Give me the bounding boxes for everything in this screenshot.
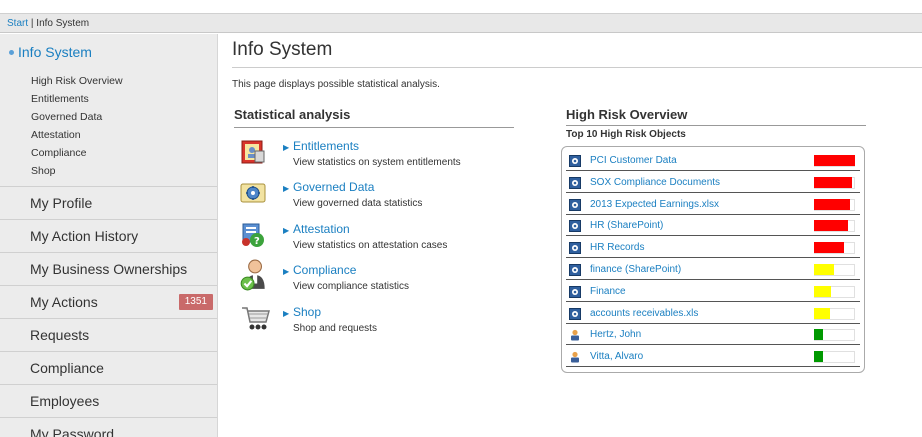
breadcrumb-current: Info System xyxy=(36,18,90,29)
high-risk-objects-list: PCI Customer Data SOX Compliance Document… xyxy=(561,146,865,373)
sidebar-item-label: My Business Ownerships xyxy=(30,261,188,277)
breadcrumb: Start | Info System xyxy=(0,13,922,33)
compliance-icon xyxy=(240,259,265,291)
attestation-description: View statistics on attestation cases xyxy=(293,240,448,251)
shop-cart-icon xyxy=(242,307,270,330)
risk-bar xyxy=(814,351,823,363)
high-risk-row: Vitta, Alvaro xyxy=(566,347,860,368)
svg-text:?: ? xyxy=(254,236,260,247)
sidebar-item-label: Compliance xyxy=(30,360,104,376)
high-risk-row: 2013 Expected Earnings.xlsx xyxy=(566,195,860,215)
compliance-description: View compliance statistics xyxy=(293,281,409,292)
sidebar-item-my-password[interactable]: My Password xyxy=(0,418,217,437)
risk-bar xyxy=(814,264,834,275)
sidebar-item-label: Employees xyxy=(30,393,100,409)
stat-entry-shop: ▶ Shop Shop and requests xyxy=(240,305,500,345)
sidebar-submenu: High Risk Overview Entitlements Governed… xyxy=(0,72,217,180)
sidebar-item-label: My Action History xyxy=(30,228,139,244)
entitlements-icon xyxy=(241,140,265,164)
high-risk-object-link[interactable]: accounts receivables.xls xyxy=(590,308,698,319)
high-risk-row: accounts receivables.xls xyxy=(566,304,860,324)
sidebar-item-requests[interactable]: Requests xyxy=(0,319,217,352)
entitlements-description: View statistics on system entitlements xyxy=(293,157,461,168)
arrow-right-icon: ▶ xyxy=(283,184,290,193)
sidebar-item-employees[interactable]: Employees xyxy=(0,385,217,418)
high-risk-row: SOX Compliance Documents xyxy=(566,173,860,193)
high-risk-row: finance (SharePoint) xyxy=(566,260,860,280)
governed-data-description: View governed data statistics xyxy=(293,198,423,209)
sidebar-subitem-governed-data[interactable]: Governed Data xyxy=(31,108,217,126)
shop-description: Shop and requests xyxy=(293,323,377,334)
high-risk-object-link[interactable]: Finance xyxy=(590,286,626,297)
sidebar-item-label: Info System xyxy=(18,44,92,60)
risk-bar xyxy=(814,155,855,166)
risk-bar xyxy=(814,285,831,297)
stat-entry-compliance: ▶ Compliance View compliance statistics xyxy=(240,259,500,303)
high-risk-object-link[interactable]: 2013 Expected Earnings.xlsx xyxy=(590,199,719,210)
sidebar-section-info-system: Info System High Risk Overview Entitleme… xyxy=(0,34,217,187)
stat-entry-governed-data: ▶ Governed Data View governed data stati… xyxy=(240,180,500,220)
sidebar-item-label: My Password xyxy=(30,426,115,437)
sidebar-subitem-shop[interactable]: Shop xyxy=(31,162,217,180)
stat-entry-entitlements: ▶ Entitlements View statistics on system… xyxy=(240,139,500,179)
sidebar-item-label: Requests xyxy=(30,327,90,343)
high-risk-object-link[interactable]: HR (SharePoint) xyxy=(590,220,663,231)
risk-bar xyxy=(814,220,848,232)
arrow-right-icon: ▶ xyxy=(283,309,290,318)
bullet-icon xyxy=(9,49,14,55)
sidebar-item-label: My Actions xyxy=(30,294,98,310)
breadcrumb-start-link[interactable]: Start xyxy=(7,18,28,29)
sidebar-item-info-system[interactable]: Info System xyxy=(0,34,217,68)
sidebar-subitem-entitlements[interactable]: Entitlements xyxy=(31,90,217,108)
high-risk-object-link[interactable]: PCI Customer Data xyxy=(590,155,677,166)
entitlements-link[interactable]: Entitlements xyxy=(293,139,359,153)
stat-entry-attestation: ? ▶ Attestation View statistics on attes… xyxy=(240,222,500,262)
high-risk-object-link[interactable]: Vitta, Alvaro xyxy=(590,351,643,362)
action-count-badge: 1351 xyxy=(178,294,213,310)
compliance-link[interactable]: Compliance xyxy=(293,263,356,277)
sidebar-subitem-high-risk-overview[interactable]: High Risk Overview xyxy=(31,72,217,90)
arrow-right-icon: ▶ xyxy=(283,226,290,235)
risk-bar xyxy=(814,329,823,341)
high-risk-object-link[interactable]: SOX Compliance Documents xyxy=(590,177,720,188)
governed-data-icon xyxy=(240,183,266,203)
sidebar-subitem-compliance[interactable]: Compliance xyxy=(31,144,217,162)
attestation-icon: ? xyxy=(242,223,264,247)
sidebar-item-my-actions[interactable]: My Actions 1351 xyxy=(0,286,217,319)
high-risk-row: PCI Customer Data xyxy=(566,151,860,171)
high-risk-overview-heading: High Risk Overview xyxy=(566,107,866,126)
sidebar-item-my-action-history[interactable]: My Action History xyxy=(0,220,217,253)
arrow-right-icon: ▶ xyxy=(283,143,290,152)
sidebar-item-compliance[interactable]: Compliance xyxy=(0,352,217,385)
sidebar-item-label: My Profile xyxy=(30,195,93,211)
high-risk-row: HR (SharePoint) xyxy=(566,216,860,237)
high-risk-row: HR Records xyxy=(566,238,860,259)
high-risk-object-link[interactable]: Hertz, John xyxy=(590,329,641,340)
risk-bar xyxy=(814,198,850,210)
risk-bar xyxy=(814,242,844,254)
governed-data-link[interactable]: Governed Data xyxy=(293,180,374,194)
page-intro: This page displays possible statistical … xyxy=(232,79,440,90)
sidebar: Info System High Risk Overview Entitleme… xyxy=(0,34,218,437)
breadcrumb-separator: | xyxy=(30,18,34,29)
high-risk-subtitle: Top 10 High Risk Objects xyxy=(566,129,686,140)
risk-bar xyxy=(814,176,852,188)
sidebar-subitem-attestation[interactable]: Attestation xyxy=(31,126,217,144)
statistical-analysis-heading: Statistical analysis xyxy=(234,107,514,128)
high-risk-row: Hertz, John xyxy=(566,325,860,346)
sidebar-item-my-business-ownerships[interactable]: My Business Ownerships xyxy=(0,253,217,286)
attestation-link[interactable]: Attestation xyxy=(293,222,350,236)
risk-bar xyxy=(814,307,830,319)
shop-link[interactable]: Shop xyxy=(293,305,321,319)
high-risk-object-link[interactable]: HR Records xyxy=(590,242,644,253)
page-title: Info System xyxy=(232,39,922,68)
high-risk-row: Finance xyxy=(566,282,860,302)
main-content: Info System This page displays possible … xyxy=(232,34,922,437)
sidebar-item-my-profile[interactable]: My Profile xyxy=(0,187,217,220)
arrow-right-icon: ▶ xyxy=(283,267,290,276)
high-risk-object-link[interactable]: finance (SharePoint) xyxy=(590,264,681,275)
